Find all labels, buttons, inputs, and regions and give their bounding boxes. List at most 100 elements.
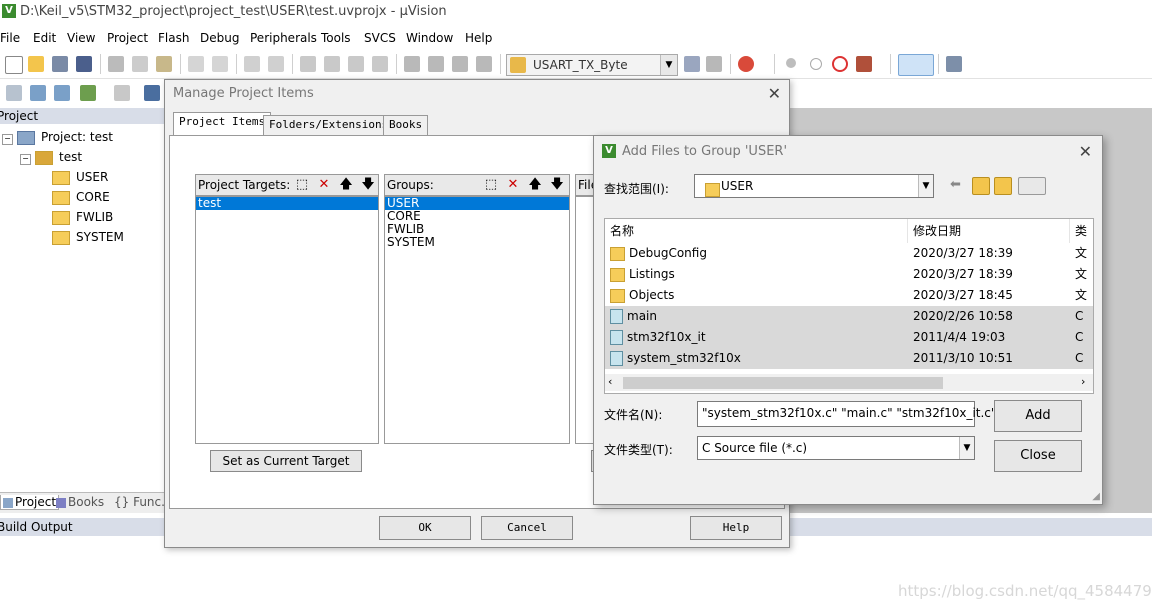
paste-icon[interactable] bbox=[156, 56, 172, 72]
group-node[interactable]: SYSTEM bbox=[52, 230, 124, 245]
menu-project[interactable]: Project bbox=[107, 31, 148, 45]
groups-list[interactable]: USER CORE FWLIB SYSTEM bbox=[384, 196, 570, 444]
cut-icon[interactable] bbox=[108, 56, 124, 72]
options-icon[interactable] bbox=[856, 56, 872, 72]
scrollbar-thumb[interactable] bbox=[623, 377, 943, 389]
new-file-icon[interactable] bbox=[5, 56, 23, 74]
prev-bookmark-icon[interactable] bbox=[324, 56, 340, 72]
up-folder-icon[interactable] bbox=[972, 177, 990, 195]
menu-edit[interactable]: Edit bbox=[33, 31, 56, 45]
move-up-icon[interactable]: 🡅 bbox=[527, 177, 543, 193]
close-button[interactable]: Close bbox=[994, 440, 1082, 472]
menu-tools[interactable]: Tools bbox=[321, 31, 351, 45]
comment-icon[interactable] bbox=[452, 56, 468, 72]
incremental-find-icon[interactable] bbox=[706, 56, 722, 72]
configure-icon[interactable] bbox=[946, 56, 962, 72]
breakpoint-icon[interactable] bbox=[786, 58, 796, 68]
filetype-dropdown[interactable]: C Source file (*.c) ▼ bbox=[697, 436, 975, 460]
download-icon[interactable] bbox=[144, 85, 160, 101]
move-up-icon[interactable]: 🡅 bbox=[338, 177, 354, 193]
menu-view[interactable]: View bbox=[67, 31, 95, 45]
menu-file[interactable]: File bbox=[0, 31, 20, 45]
save-all-icon[interactable] bbox=[76, 56, 92, 72]
menu-flash[interactable]: Flash bbox=[158, 31, 189, 45]
new-folder-icon[interactable] bbox=[994, 177, 1012, 195]
file-row[interactable]: main 2020/2/26 10:58 C bbox=[605, 306, 1093, 327]
file-row[interactable]: stm32f10x_it 2011/4/4 19:03 C bbox=[605, 327, 1093, 348]
disable-breakpoint-icon[interactable] bbox=[810, 58, 822, 70]
set-current-target-button[interactable]: Set as Current Target bbox=[210, 450, 362, 472]
delete-icon[interactable]: ✕ bbox=[316, 177, 332, 193]
chevron-down-icon[interactable]: ▼ bbox=[660, 55, 677, 75]
group-node[interactable]: USER bbox=[52, 170, 108, 185]
help-button[interactable]: Help bbox=[690, 516, 782, 540]
find-icon[interactable] bbox=[684, 56, 700, 72]
delete-icon[interactable]: ✕ bbox=[505, 177, 521, 193]
tab-books[interactable]: Books bbox=[56, 495, 104, 509]
resize-grip-icon[interactable]: ◢ bbox=[1092, 491, 1100, 502]
kill-breakpoints-icon[interactable] bbox=[832, 56, 848, 72]
close-icon[interactable]: ✕ bbox=[1079, 142, 1092, 161]
menu-help[interactable]: Help bbox=[465, 31, 492, 45]
move-down-icon[interactable]: 🡇 bbox=[360, 177, 376, 193]
close-icon[interactable]: ✕ bbox=[768, 84, 781, 103]
bookmark-icon[interactable] bbox=[300, 56, 316, 72]
add-button[interactable]: Add bbox=[994, 400, 1082, 432]
stop-build-icon[interactable] bbox=[114, 85, 130, 101]
group-node[interactable]: CORE bbox=[52, 190, 110, 205]
list-item[interactable]: SYSTEM bbox=[385, 236, 569, 249]
window-layout-icon[interactable] bbox=[898, 54, 934, 76]
file-row[interactable]: Listings 2020/3/27 18:39 文 bbox=[605, 264, 1093, 285]
cancel-button[interactable]: Cancel bbox=[481, 516, 573, 540]
column-name[interactable]: 名称 bbox=[610, 219, 634, 243]
batch-build-icon[interactable] bbox=[80, 85, 96, 101]
scroll-left-icon[interactable]: ‹ bbox=[608, 375, 612, 388]
list-item[interactable]: test bbox=[196, 197, 378, 210]
open-file-icon[interactable] bbox=[28, 56, 44, 72]
column-type[interactable]: 类 bbox=[1075, 219, 1087, 243]
next-bookmark-icon[interactable] bbox=[348, 56, 364, 72]
menu-debug[interactable]: Debug bbox=[200, 31, 239, 45]
project-root[interactable]: − Project: test bbox=[2, 130, 113, 145]
unindent-icon[interactable] bbox=[428, 56, 444, 72]
collapse-icon[interactable]: − bbox=[20, 154, 31, 165]
indent-icon[interactable] bbox=[404, 56, 420, 72]
collapse-icon[interactable]: − bbox=[2, 134, 13, 145]
nav-forward-icon[interactable] bbox=[268, 56, 284, 72]
ok-button[interactable]: OK bbox=[379, 516, 471, 540]
find-combo[interactable]: USART_TX_Byte ▼ bbox=[506, 54, 678, 76]
nav-back-icon[interactable] bbox=[244, 56, 260, 72]
debug-session-icon[interactable] bbox=[738, 56, 754, 72]
move-down-icon[interactable]: 🡇 bbox=[549, 177, 565, 193]
file-list[interactable]: 名称 ^ 修改日期 类 DebugConfig 2020/3/27 18:39 … bbox=[604, 218, 1094, 394]
chevron-down-icon[interactable]: ▼ bbox=[918, 175, 933, 197]
undo-icon[interactable] bbox=[188, 56, 204, 72]
targets-list[interactable]: test bbox=[195, 196, 379, 444]
group-node[interactable]: FWLIB bbox=[52, 210, 113, 225]
file-row[interactable]: system_stm32f10x 2011/3/10 10:51 C bbox=[605, 348, 1093, 369]
clear-bookmarks-icon[interactable] bbox=[372, 56, 388, 72]
file-row[interactable]: Objects 2020/3/27 18:45 文 bbox=[605, 285, 1093, 306]
copy-icon[interactable] bbox=[132, 56, 148, 72]
redo-icon[interactable] bbox=[212, 56, 228, 72]
target-node[interactable]: − test bbox=[20, 150, 82, 165]
new-icon[interactable]: ⬚ bbox=[294, 177, 310, 193]
build-icon[interactable] bbox=[30, 85, 46, 101]
file-row[interactable]: DebugConfig 2020/3/27 18:39 文 bbox=[605, 243, 1093, 264]
menu-peripherals[interactable]: Peripherals bbox=[250, 31, 317, 45]
save-icon[interactable] bbox=[52, 56, 68, 72]
rebuild-icon[interactable] bbox=[54, 85, 70, 101]
menu-svcs[interactable]: SVCS bbox=[364, 31, 396, 45]
horizontal-scrollbar[interactable]: ‹ › bbox=[605, 374, 1093, 391]
uncomment-icon[interactable] bbox=[476, 56, 492, 72]
look-in-dropdown[interactable]: USER ▼ bbox=[694, 174, 934, 198]
scroll-right-icon[interactable]: › bbox=[1081, 375, 1085, 388]
filename-input[interactable]: "system_stm32f10x.c" "main.c" "stm32f10x… bbox=[697, 401, 996, 427]
back-icon[interactable]: ⬅ bbox=[950, 178, 964, 192]
tab-project[interactable]: Project bbox=[0, 495, 60, 510]
menu-window[interactable]: Window bbox=[406, 31, 453, 45]
translate-icon[interactable] bbox=[6, 85, 22, 101]
view-menu-icon[interactable] bbox=[1018, 177, 1046, 195]
column-date[interactable]: 修改日期 bbox=[913, 219, 961, 243]
chevron-down-icon[interactable]: ▼ bbox=[959, 437, 974, 459]
